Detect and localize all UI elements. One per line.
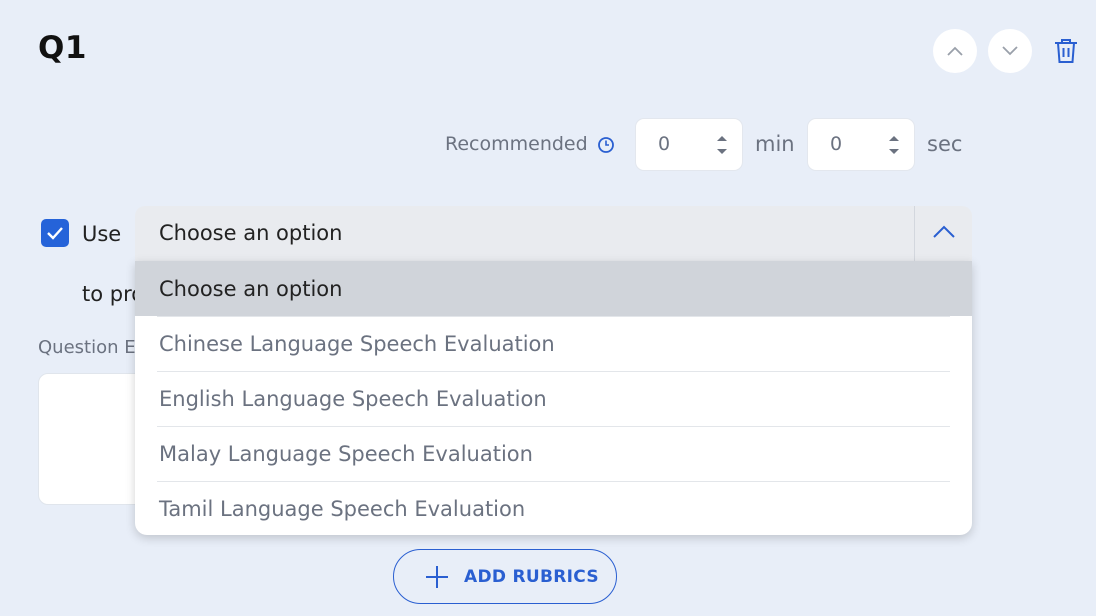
use-label: Use bbox=[82, 222, 122, 246]
select-value: Choose an option bbox=[159, 221, 343, 245]
minutes-value: 0 bbox=[658, 133, 671, 155]
seconds-input[interactable]: 0 bbox=[807, 118, 915, 171]
recommended-label: Recommended bbox=[445, 133, 588, 155]
add-rubrics-button[interactable]: ADD RUBRICS bbox=[393, 549, 617, 604]
seconds-unit: sec bbox=[927, 132, 963, 156]
evaluation-select[interactable]: Choose an option bbox=[135, 206, 972, 262]
spinner-arrows-icon[interactable] bbox=[716, 133, 728, 157]
seconds-value: 0 bbox=[830, 133, 843, 155]
move-down-button[interactable] bbox=[988, 29, 1032, 73]
option-chinese[interactable]: Chinese Language Speech Evaluation bbox=[135, 317, 972, 371]
checkmark-icon bbox=[47, 227, 63, 240]
move-up-button[interactable] bbox=[933, 29, 977, 73]
spinner-arrows-icon[interactable] bbox=[888, 133, 900, 157]
add-rubrics-label: ADD RUBRICS bbox=[464, 566, 599, 587]
minutes-unit: min bbox=[755, 132, 795, 156]
evaluation-options-menu: Choose an option Chinese Language Speech… bbox=[135, 261, 972, 535]
option-choose[interactable]: Choose an option bbox=[135, 261, 972, 316]
option-tamil[interactable]: Tamil Language Speech Evaluation bbox=[135, 482, 972, 535]
use-checkbox[interactable] bbox=[41, 219, 69, 247]
plus-icon bbox=[426, 565, 448, 588]
minutes-input[interactable]: 0 bbox=[635, 118, 743, 171]
clock-icon bbox=[598, 137, 614, 153]
option-malay[interactable]: Malay Language Speech Evaluation bbox=[135, 427, 972, 481]
chevron-down-icon bbox=[1002, 46, 1018, 56]
question-title: Q1 bbox=[38, 30, 87, 66]
question-explanation-label: Question E bbox=[38, 337, 136, 358]
trash-icon bbox=[1055, 39, 1077, 63]
select-divider bbox=[914, 206, 915, 262]
option-english[interactable]: English Language Speech Evaluation bbox=[135, 372, 972, 426]
chevron-up-icon bbox=[947, 46, 963, 56]
delete-question-button[interactable] bbox=[1050, 34, 1082, 68]
chevron-up-icon[interactable] bbox=[932, 223, 956, 241]
